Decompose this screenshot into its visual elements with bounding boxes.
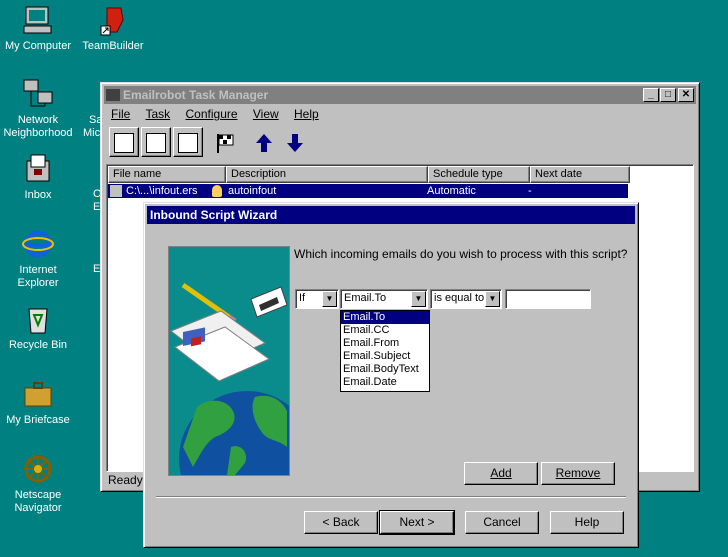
row-file: C:\...\infout.ers <box>126 185 198 197</box>
window-title: Emailrobot Task Manager <box>123 88 269 102</box>
menu-help[interactable]: Help <box>294 107 319 121</box>
next-button[interactable]: Next > <box>379 510 455 535</box>
menu-view[interactable]: View <box>253 107 279 121</box>
desktop-icon-network[interactable]: Network Neighborhood <box>0 78 76 140</box>
network-icon <box>22 78 54 110</box>
desktop-icon-label: Internet Explorer <box>17 264 59 289</box>
add-button-label: Add <box>490 466 512 480</box>
status-bar: Ready <box>108 473 143 487</box>
wizard-divider <box>156 496 626 498</box>
task-run-icon <box>146 133 166 153</box>
row-schedule: Automatic <box>427 185 476 197</box>
list-item[interactable]: Email.Subject <box>341 350 429 363</box>
chevron-down-icon[interactable]: ▼ <box>322 291 337 307</box>
row-description: autoinfout <box>228 185 277 197</box>
desktop-icon-briefcase[interactable]: My Briefcase <box>0 378 76 427</box>
add-button[interactable]: Add <box>464 462 538 485</box>
netscape-icon <box>22 453 54 485</box>
desktop-icon-label: Recycle Bin <box>8 339 68 351</box>
desktop-icon-label: Netscape Navigator <box>14 489 62 514</box>
menu-task[interactable]: Task <box>145 107 170 121</box>
internet-explorer-icon <box>22 228 54 260</box>
cancel-button[interactable]: Cancel <box>465 511 539 534</box>
wizard-question: Which incoming emails do you wish to pro… <box>294 247 628 261</box>
script-file-icon <box>110 185 122 197</box>
desktop-icon-label: My Computer <box>4 40 72 52</box>
menu-file[interactable]: File <box>111 107 130 121</box>
operator-select[interactable]: is equal to ▼ <box>430 289 502 309</box>
if-select[interactable]: If ▼ <box>295 289 339 309</box>
my-computer-icon <box>22 4 54 36</box>
task-list-icon <box>114 133 134 153</box>
list-item[interactable]: Email.To <box>341 311 429 324</box>
column-next-date[interactable]: Next date <box>530 166 630 183</box>
wizard-illustration <box>168 246 290 476</box>
menu-configure[interactable]: Configure <box>186 107 238 121</box>
field-dropdown-list[interactable]: Email.To Email.CC Email.From Email.Subje… <box>340 310 430 392</box>
close-button[interactable]: ✕ <box>678 88 694 102</box>
teambuilder-icon <box>97 4 129 36</box>
partial-desktop-label: Mic <box>83 127 101 139</box>
run-task-button[interactable] <box>141 127 171 157</box>
wizard-titlebar[interactable]: Inbound Script Wizard <box>147 206 635 224</box>
inbox-icon <box>22 153 54 185</box>
list-item[interactable]: Email.Date <box>341 376 429 389</box>
chevron-down-icon[interactable]: ▼ <box>485 291 500 307</box>
column-file-name[interactable]: File name <box>108 166 226 183</box>
arrow-down-icon <box>287 134 303 152</box>
row-next-date: - <box>528 185 532 197</box>
globe-documents-image <box>169 247 289 475</box>
field-select-value: Email.To <box>344 292 387 304</box>
chevron-down-icon[interactable]: ▼ <box>411 291 426 307</box>
new-task-button[interactable] <box>109 127 139 157</box>
desktop-icon-netscape[interactable]: Netscape Navigator <box>0 453 76 515</box>
menu-bar: File Task Configure View Help <box>111 107 331 121</box>
desktop-icon-my-computer[interactable]: My Computer <box>0 4 76 53</box>
checkered-flag-icon <box>217 134 234 153</box>
remove-button-label: Remove <box>555 466 601 480</box>
help-button[interactable]: Help <box>550 511 624 534</box>
inbound-script-wizard[interactable]: Inbound Script Wizard Which incoming ema… <box>143 202 639 548</box>
move-up-button[interactable] <box>252 131 276 155</box>
field-select[interactable]: Email.To ▼ <box>340 289 428 309</box>
briefcase-icon <box>22 378 54 410</box>
desktop-icon-label: My Briefcase <box>6 414 70 426</box>
edit-task-button[interactable] <box>173 127 203 157</box>
remove-button[interactable]: Remove <box>541 462 615 485</box>
operator-select-value: is equal to <box>434 292 485 304</box>
maximize-button[interactable]: □ <box>660 88 676 102</box>
back-button[interactable]: < Back <box>304 511 378 534</box>
list-item[interactable]: Email.From <box>341 337 429 350</box>
list-item[interactable]: Email.BodyText <box>341 363 429 376</box>
desktop-icon-recycle-bin[interactable]: Recycle Bin <box>0 303 76 352</box>
list-item[interactable]: Email.CC <box>341 324 429 337</box>
task-edit-icon <box>178 133 198 153</box>
desktop-icon-internet-explorer[interactable]: Internet Explorer <box>0 228 76 290</box>
lightbulb-icon <box>212 185 222 197</box>
column-description[interactable]: Description <box>226 166 428 183</box>
column-schedule-type[interactable]: Schedule type <box>428 166 530 183</box>
toolbar <box>109 127 329 157</box>
desktop-icon-label: TeamBuilder <box>82 40 144 52</box>
arrow-up-icon <box>256 134 272 152</box>
desktop-icon-label: Network Neighborhood <box>3 114 73 139</box>
value-input[interactable] <box>505 289 591 309</box>
desktop-icon-teambuilder[interactable]: TeamBuilder <box>75 4 151 53</box>
task-manager-titlebar[interactable]: Emailrobot Task Manager _ □ ✕ <box>104 86 696 104</box>
desktop-icon-label: Inbox <box>24 189 52 201</box>
table-row[interactable]: C:\...\infout.ers autoinfout Automatic - <box>108 184 628 198</box>
app-icon <box>106 89 120 101</box>
minimize-button[interactable]: _ <box>643 88 659 102</box>
flag-button[interactable] <box>213 131 237 155</box>
recycle-bin-icon <box>22 303 54 335</box>
move-down-button[interactable] <box>283 131 307 155</box>
list-header: File name Description Schedule type Next… <box>108 166 630 183</box>
if-select-value: If <box>299 292 306 304</box>
desktop-icon-inbox[interactable]: Inbox <box>0 153 76 202</box>
wizard-title: Inbound Script Wizard <box>150 208 278 222</box>
